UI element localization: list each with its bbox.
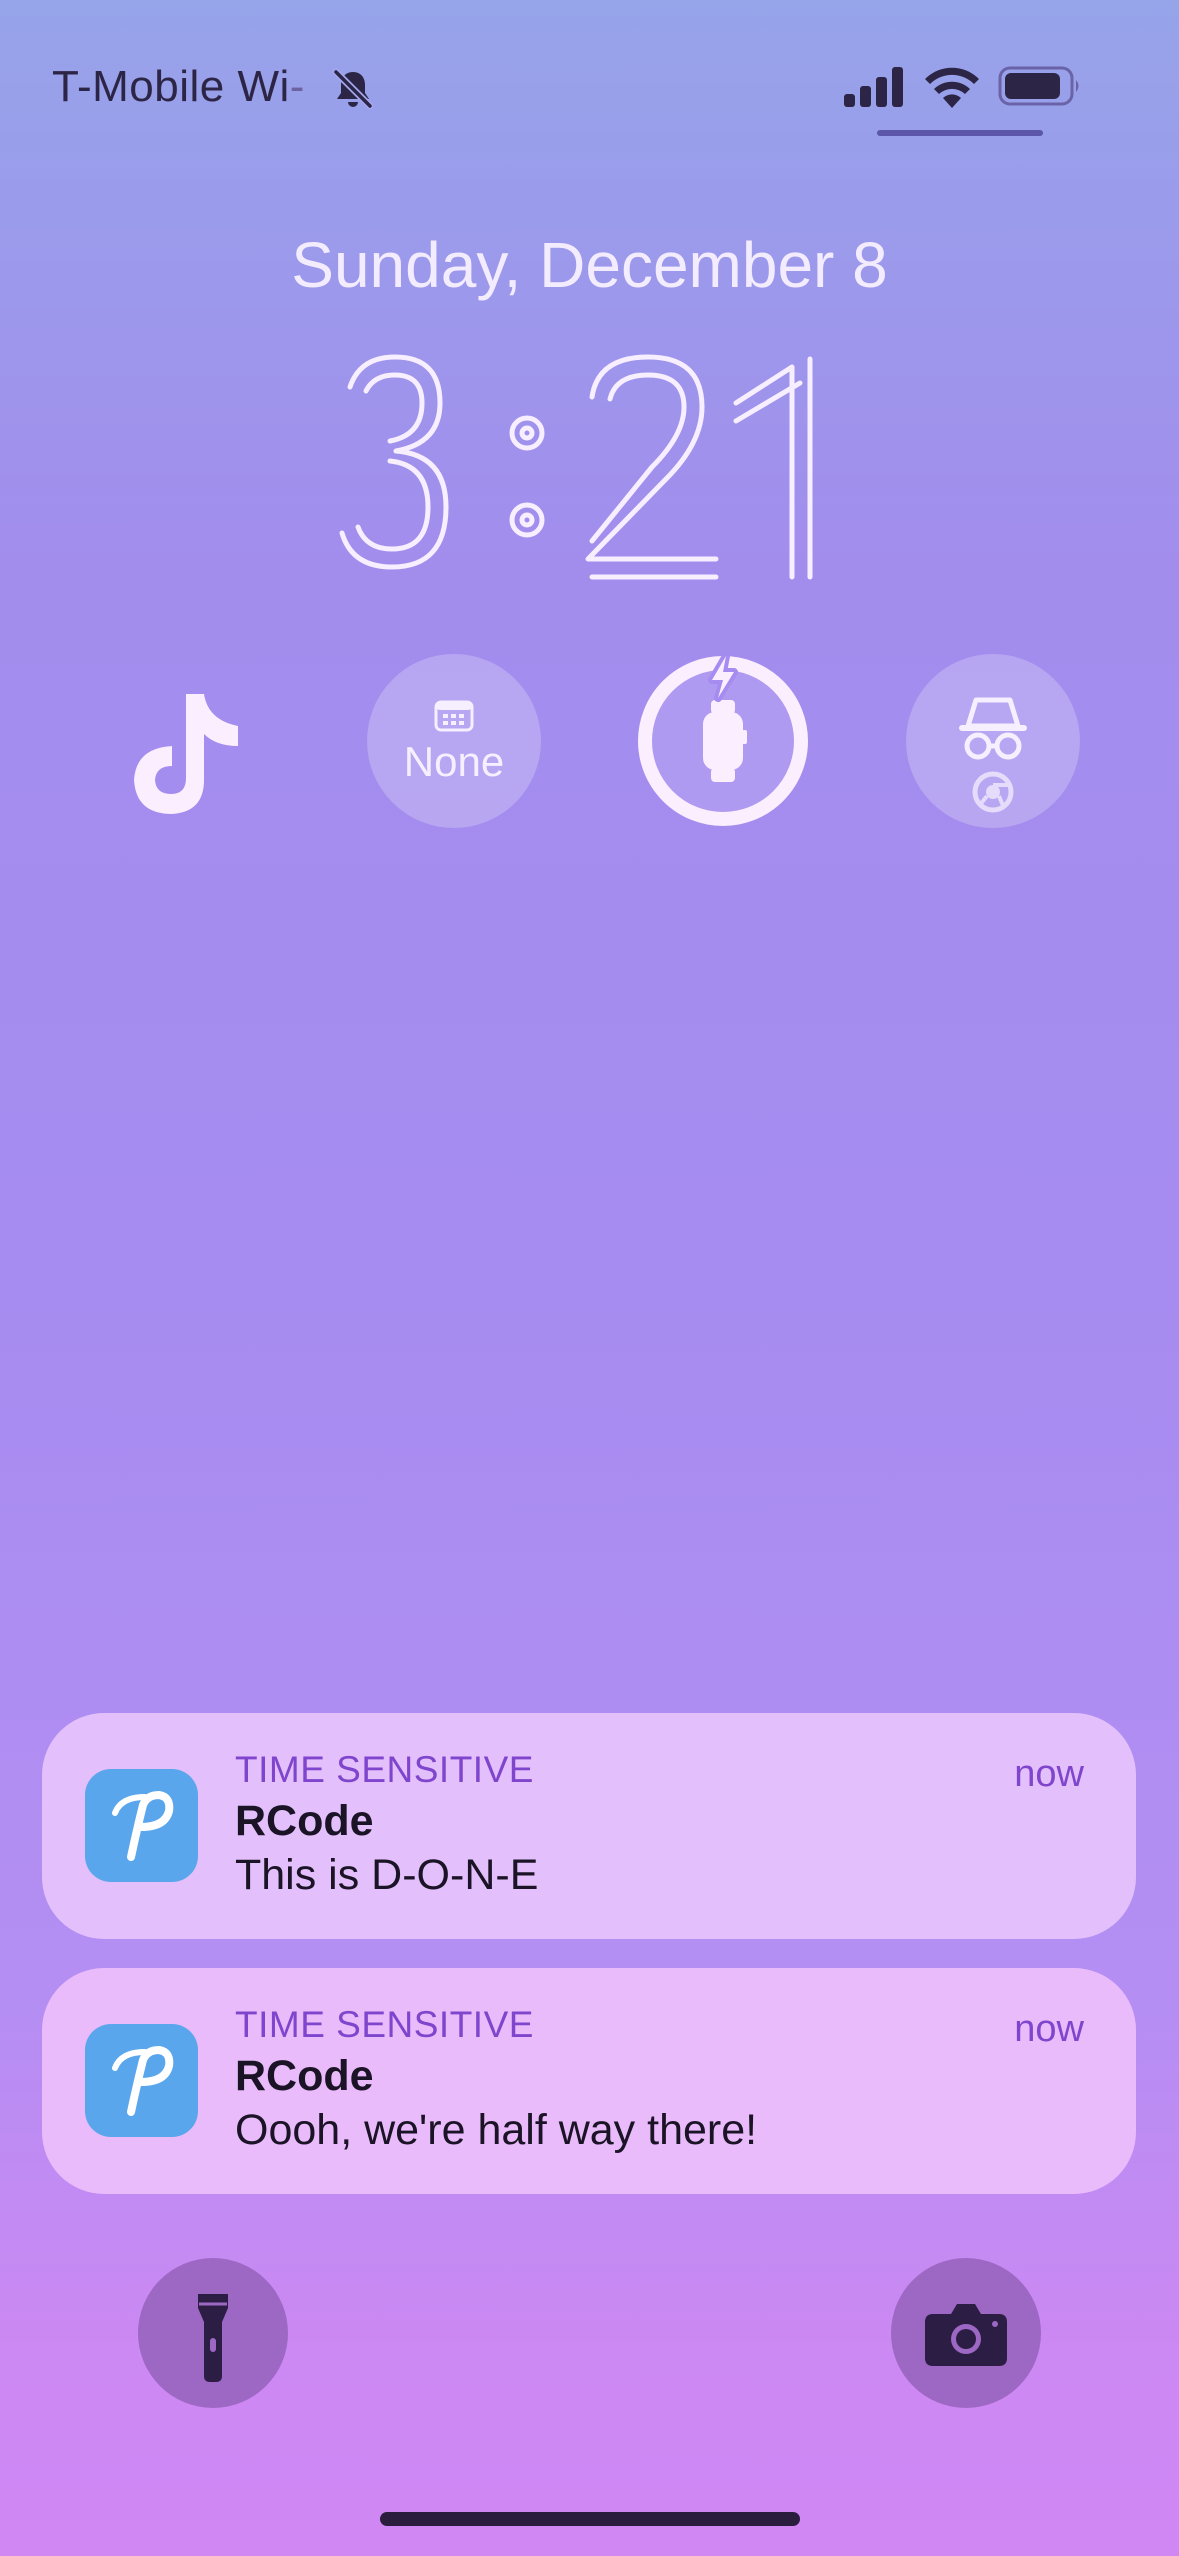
lock-screen-clock[interactable]: [330, 345, 850, 585]
notification-card[interactable]: TIME SENSITIVE now RCode This is D-O-N-E: [42, 1713, 1136, 1939]
notification-card[interactable]: TIME SENSITIVE now RCode Oooh, we're hal…: [42, 1968, 1136, 2194]
battery-icon: [998, 66, 1079, 106]
notification-app-name: RCode: [235, 1797, 374, 1845]
calendar-widget-label: None: [403, 738, 505, 785]
calendar-widget[interactable]: None: [367, 654, 541, 828]
notification-body: This is D-O-N-E: [235, 1851, 539, 1899]
cellular-signal-icon: [844, 67, 903, 107]
camera-button[interactable]: [891, 2258, 1041, 2408]
home-indicator[interactable]: [380, 2512, 800, 2526]
notification-category: TIME SENSITIVE: [235, 2004, 534, 2045]
watch-battery-ring: [638, 652, 808, 826]
incognito-icon: [959, 697, 1027, 813]
wifi-icon: [925, 67, 979, 108]
watch-battery-widget[interactable]: [636, 652, 810, 828]
bell-slash-icon: [332, 68, 374, 110]
chrome-icon: [972, 771, 1014, 813]
notification-time: now: [1014, 2008, 1084, 2050]
notification-body: Oooh, we're half way there!: [235, 2106, 758, 2154]
flashlight-icon: [198, 2294, 228, 2382]
tiktok-widget[interactable]: [100, 654, 274, 828]
status-bar: T-Mobile Wi-: [0, 0, 1179, 150]
lock-screen-date: Sunday, December 8: [291, 229, 888, 301]
camera-icon: [925, 2304, 1007, 2366]
incognito-widget[interactable]: [906, 654, 1080, 828]
carrier-name: T-Mobile Wi-: [52, 62, 305, 111]
rcode-app-icon: [85, 2024, 198, 2137]
notification-time: now: [1014, 1753, 1084, 1795]
tiktok-icon: [134, 694, 238, 814]
rcode-app-icon: [85, 1769, 198, 1882]
notification-category: TIME SENSITIVE: [235, 1749, 534, 1790]
status-bar-indicator: [877, 130, 1043, 136]
calendar-icon: [434, 700, 474, 732]
notification-app-name: RCode: [235, 2052, 374, 2100]
flashlight-button[interactable]: [138, 2258, 288, 2408]
